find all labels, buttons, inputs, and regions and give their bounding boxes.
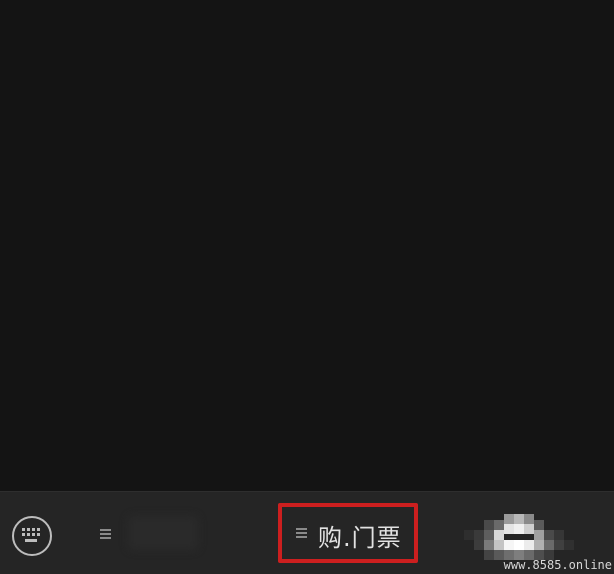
message-area	[0, 0, 614, 491]
watermark: www.8585.online	[503, 558, 612, 572]
chat-screen: 购.门票 www.8585.online	[0, 0, 614, 574]
hamburger-icon	[100, 529, 111, 539]
keyboard-icon	[22, 528, 40, 542]
obscured-menu-label	[128, 516, 198, 550]
menu-item-buy-tickets[interactable]: 购.门票	[278, 503, 418, 563]
menu-item-1[interactable]	[100, 508, 230, 564]
keyboard-toggle-button[interactable]	[12, 516, 52, 556]
menu-item-label: 购.门票	[318, 524, 402, 552]
menu-item-3[interactable]	[464, 508, 584, 564]
hamburger-icon	[296, 528, 307, 538]
